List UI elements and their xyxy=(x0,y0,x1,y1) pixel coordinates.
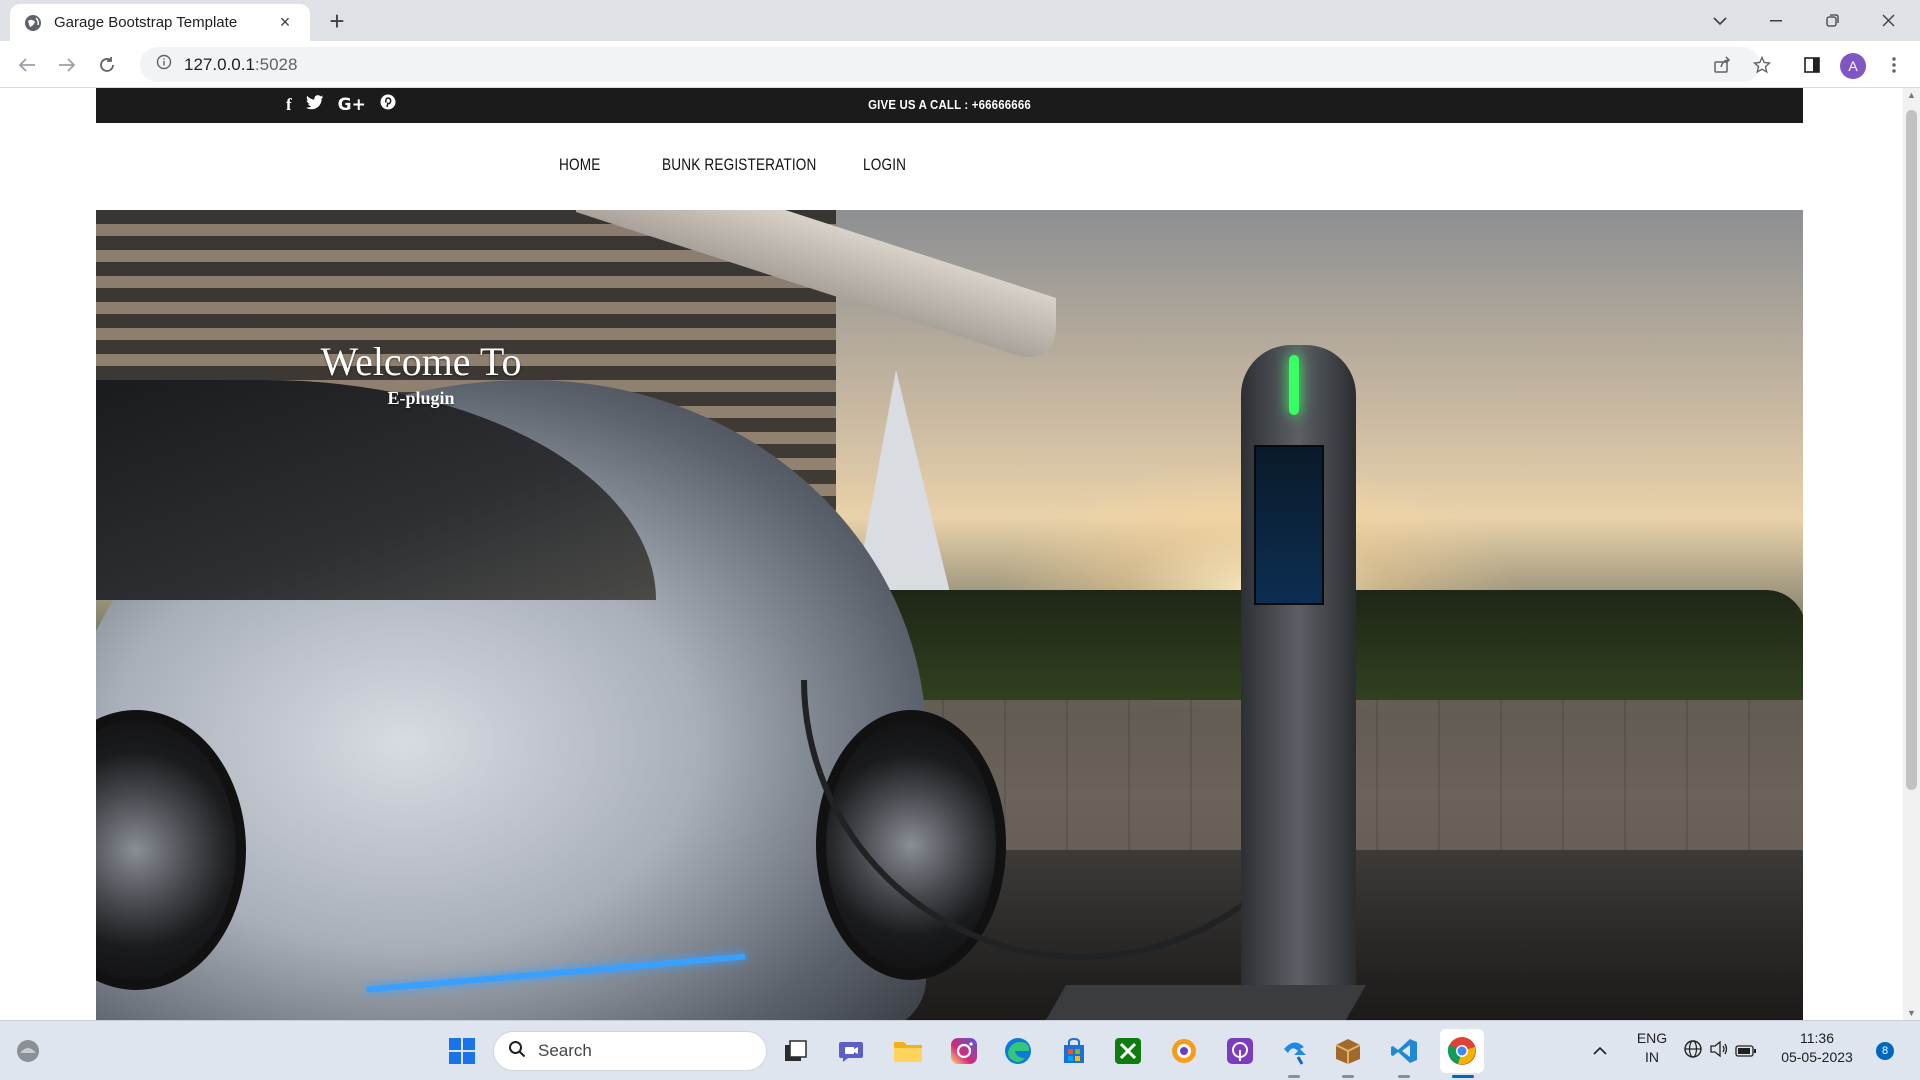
vscode-icon[interactable] xyxy=(1386,1033,1422,1069)
back-icon[interactable] xyxy=(11,49,43,81)
running-indicator xyxy=(1288,1075,1300,1078)
forward-icon[interactable] xyxy=(51,49,83,81)
file-explorer-icon[interactable] xyxy=(890,1033,926,1069)
clock-date: 05-05-2023 xyxy=(1781,1049,1853,1065)
side-panel-icon[interactable] xyxy=(1796,49,1828,81)
microsoft-store-icon[interactable] xyxy=(1056,1033,1092,1069)
scroll-down-icon[interactable]: ▼ xyxy=(1907,1008,1916,1018)
url-text: 127.0.0.1:5028 xyxy=(184,55,297,75)
task-view-icon[interactable] xyxy=(778,1033,814,1069)
share-icon[interactable] xyxy=(1706,49,1738,81)
active-app-indicator xyxy=(1452,1075,1474,1078)
search-icon xyxy=(508,1040,526,1063)
instagram-icon[interactable] xyxy=(946,1033,982,1069)
close-window-icon[interactable] xyxy=(1860,0,1916,41)
show-hidden-icons-chevron-icon[interactable] xyxy=(1582,1033,1618,1069)
volume-icon xyxy=(1709,1040,1729,1063)
tab-title: Garage Bootstrap Template xyxy=(54,14,238,31)
site-info-icon[interactable] xyxy=(156,54,172,75)
notification-badge[interactable]: 8 xyxy=(1876,1042,1894,1060)
browser-tab[interactable]: Garage Bootstrap Template × xyxy=(10,4,310,41)
edge-browser-icon[interactable] xyxy=(1000,1033,1036,1069)
address-bar[interactable]: 127.0.0.1:5028 xyxy=(140,47,1760,82)
new-tab-button[interactable]: + xyxy=(322,8,352,36)
scroll-up-icon[interactable]: ▲ xyxy=(1907,90,1916,100)
language-line1: ENG xyxy=(1636,1030,1668,1046)
app-circle-icon[interactable] xyxy=(1166,1033,1202,1069)
reload-icon[interactable] xyxy=(91,49,123,81)
running-indicator xyxy=(1342,1075,1354,1078)
windows-taskbar: Search ENG IN 11:36 05-05-2023 8 xyxy=(0,1020,1920,1080)
teams-chat-icon[interactable] xyxy=(834,1033,870,1069)
xbox-icon[interactable] xyxy=(1110,1033,1146,1069)
page-scrollbar[interactable]: ▲ ▼ xyxy=(1903,88,1920,1020)
url-port: :5028 xyxy=(254,54,298,74)
purple-app-icon[interactable] xyxy=(1222,1033,1258,1069)
start-windows-icon[interactable] xyxy=(444,1033,480,1069)
clock[interactable]: 11:36 05-05-2023 xyxy=(1772,1029,1862,1067)
clock-time: 11:36 xyxy=(1800,1030,1834,1046)
language-line2: IN xyxy=(1645,1049,1659,1065)
browser-tab-bar: Garage Bootstrap Template × + xyxy=(0,0,1920,41)
bookmark-star-icon[interactable] xyxy=(1746,49,1778,81)
nav-home[interactable]: HOME xyxy=(559,155,600,175)
browser-toolbar: 127.0.0.1:5028 A xyxy=(0,41,1920,88)
main-nav: HOME BUNK REGISTERATION LOGIN xyxy=(96,123,1803,210)
package-app-icon[interactable] xyxy=(1330,1033,1366,1069)
browser-menu-icon[interactable] xyxy=(1878,49,1910,81)
call-us-text: GIVE US A CALL : +66666666 xyxy=(868,97,1031,112)
hero-banner: Welcome To E-plugin xyxy=(96,210,1803,1020)
chrome-taskbar-icon[interactable] xyxy=(1440,1029,1484,1073)
page-viewport: f G+ GIVE US A CALL : +66666666 HOME BUN… xyxy=(0,88,1920,1020)
profile-avatar[interactable]: A xyxy=(1840,53,1866,79)
blue-arrow-app-icon[interactable] xyxy=(1276,1033,1312,1069)
nav-bunk-registeration[interactable]: BUNK REGISTERATION xyxy=(662,155,817,175)
running-indicator xyxy=(1398,1075,1410,1078)
tab-search-chevron-icon[interactable] xyxy=(1692,0,1748,41)
battery-icon xyxy=(1735,1041,1757,1062)
taskbar-search[interactable]: Search xyxy=(493,1031,767,1071)
hero-heading: Welcome To xyxy=(320,339,522,384)
globe-icon xyxy=(24,14,42,32)
site-top-bar: f G+ GIVE US A CALL : +66666666 xyxy=(96,88,1803,123)
nav-login[interactable]: LOGIN xyxy=(863,155,906,175)
language-indicator[interactable]: ENG IN xyxy=(1630,1029,1674,1067)
garage-site: f G+ GIVE US A CALL : +66666666 HOME BUN… xyxy=(96,88,1803,1020)
close-tab-icon[interactable]: × xyxy=(274,12,296,33)
network-globe-icon xyxy=(1683,1039,1703,1064)
weather-widget-icon[interactable] xyxy=(10,1033,46,1069)
url-host: 127.0.0.1 xyxy=(184,54,255,74)
system-tray-icons[interactable] xyxy=(1680,1033,1760,1069)
scrollbar-thumb[interactable] xyxy=(1906,110,1917,790)
restore-icon[interactable] xyxy=(1804,0,1860,41)
search-label: Search xyxy=(538,1041,592,1060)
hero-subheading: E-plugin xyxy=(387,388,455,408)
minimize-icon[interactable] xyxy=(1748,0,1804,41)
